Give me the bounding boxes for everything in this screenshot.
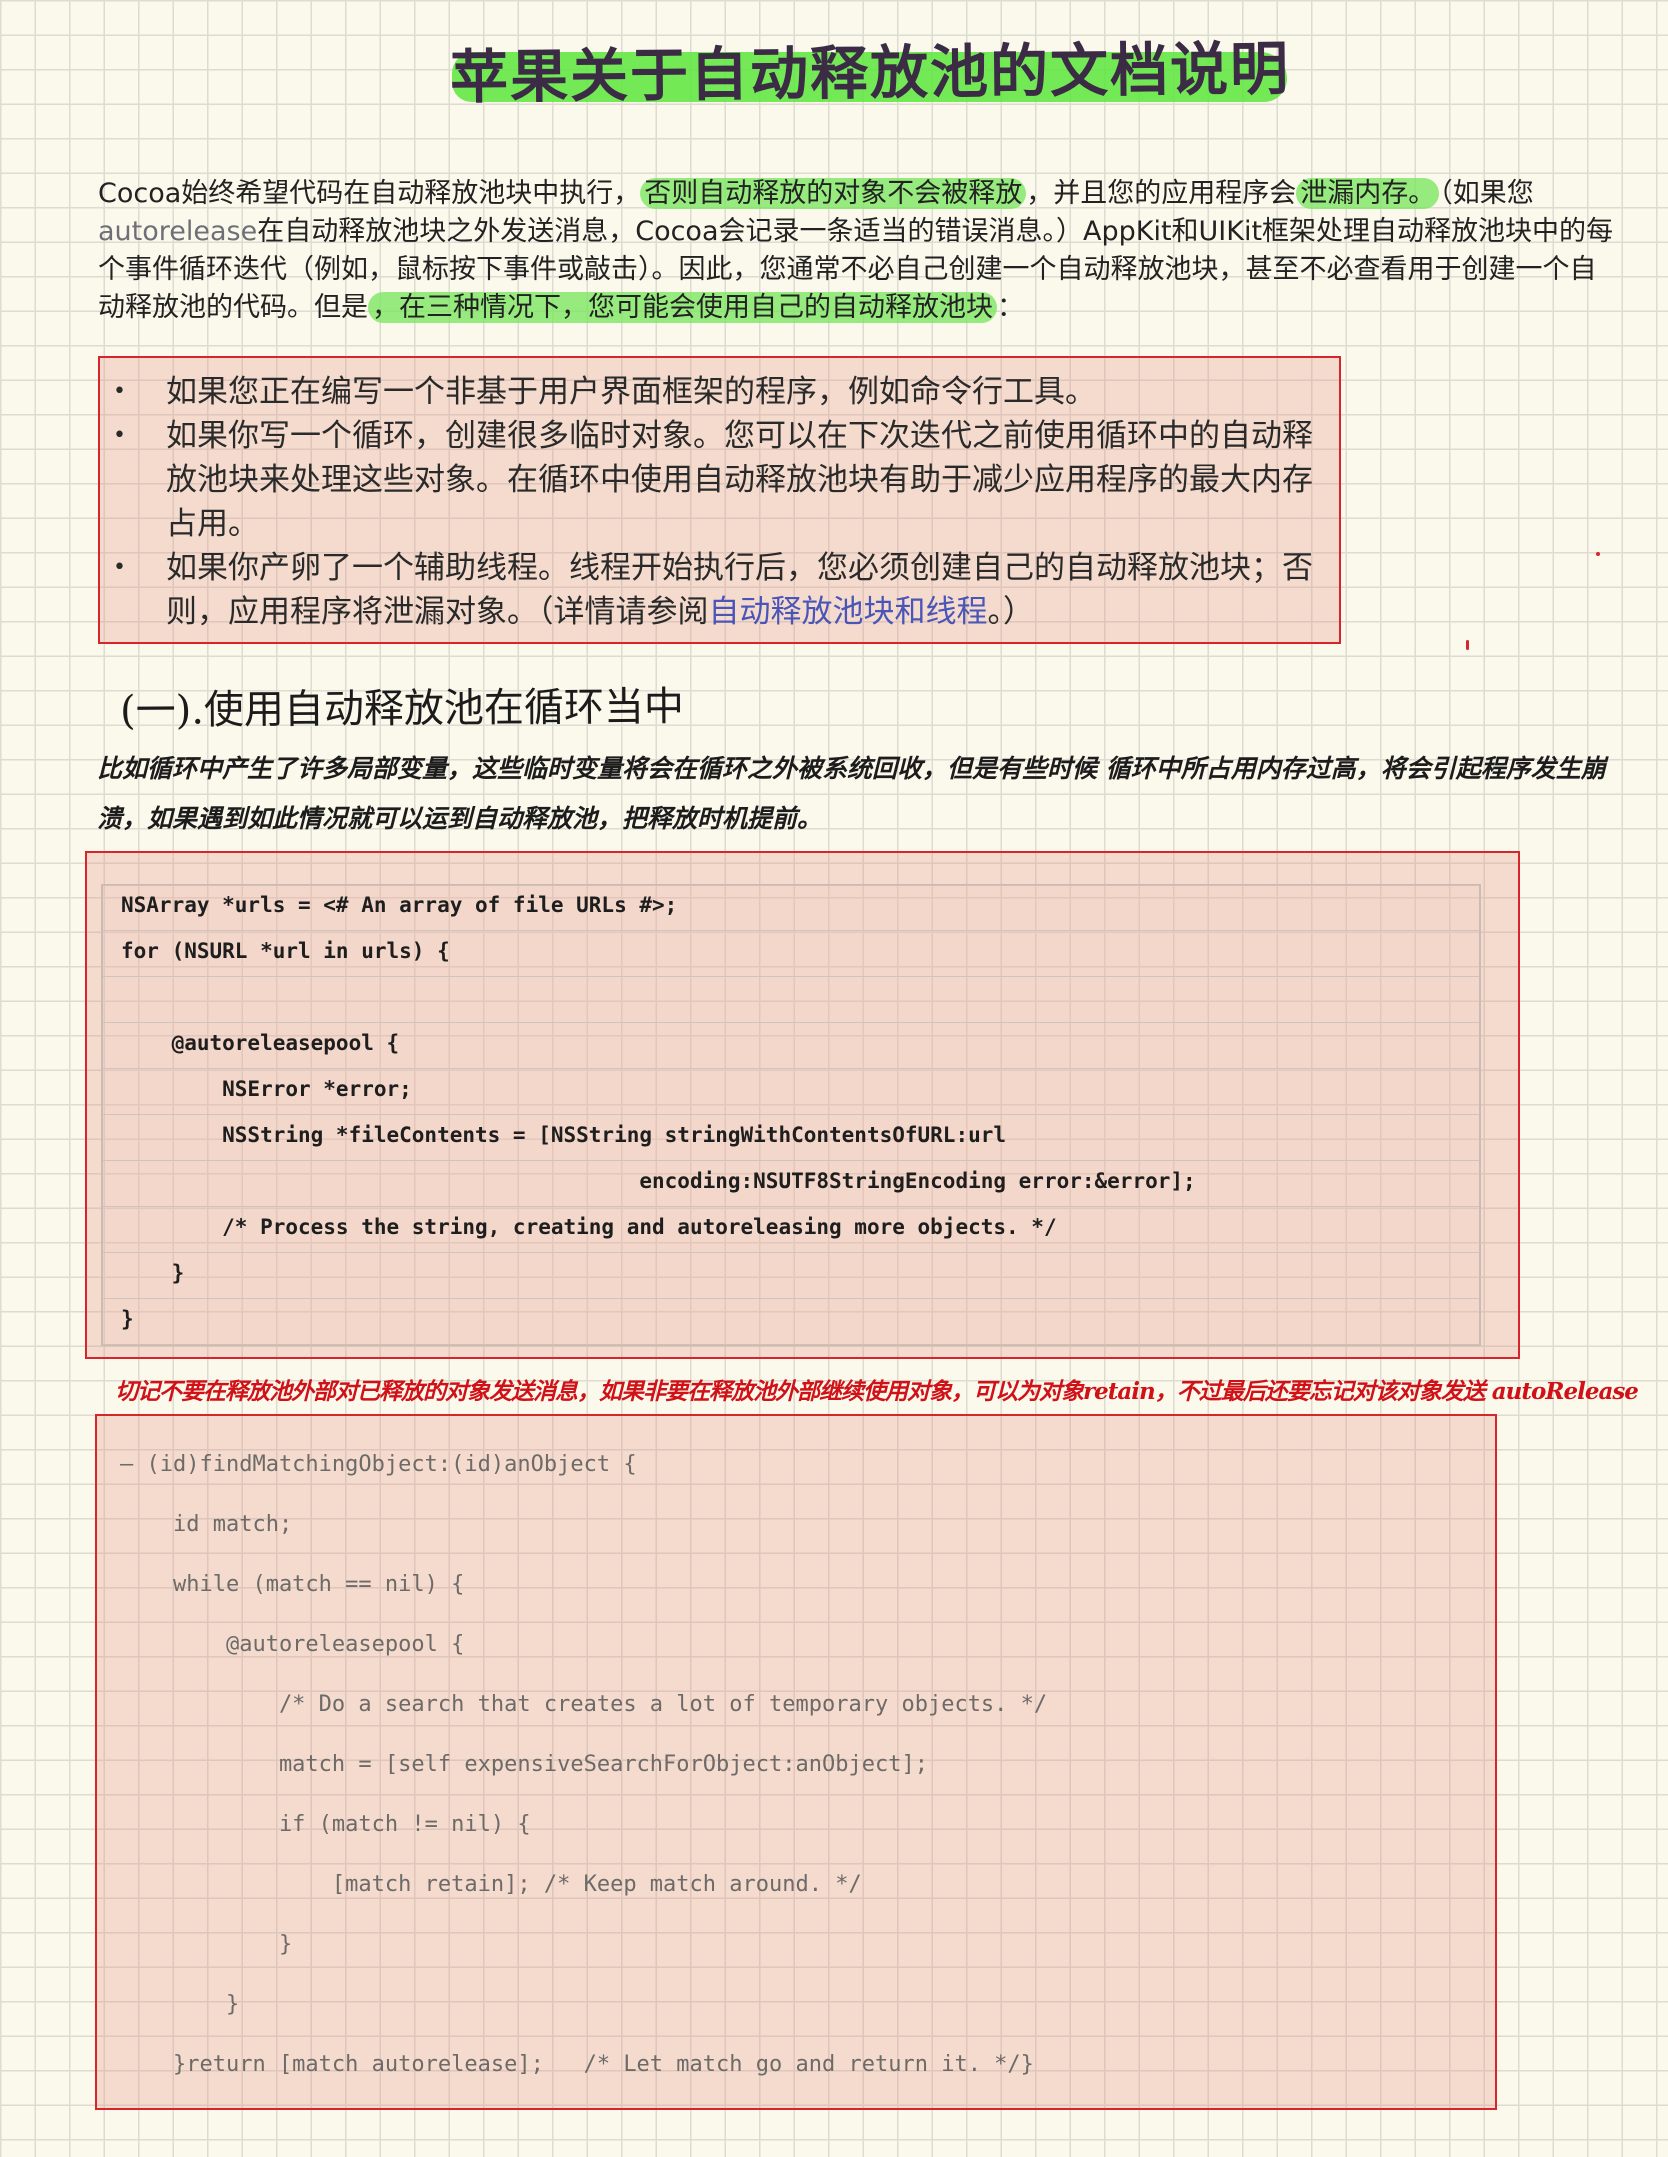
- code-line: }: [120, 1932, 293, 1957]
- handwritten-note: 比如循环中产生了许多局部变量，这些临时变量将会在循环之外被系统回收，但是有些时候…: [97, 754, 1606, 833]
- highlight-three-cases: ，在三种情况下，您可能会使用自己的自动释放池块: [368, 292, 997, 323]
- code-line: [match retain]; /* Keep match around. */: [120, 1872, 862, 1897]
- code-line: @autoreleasepool {: [120, 1632, 465, 1657]
- threads-link[interactable]: 自动释放池块和线程: [709, 594, 988, 630]
- code-line: match = [self expensiveSearchForObject:a…: [120, 1752, 928, 1777]
- code-line: for (NSURL *url in urls) {: [103, 931, 1479, 977]
- warning-note: 切记不要在释放池外部对已释放的对象发送消息，如果非要在释放池外部继续使用对象，可…: [115, 1378, 1639, 1405]
- ink-dot: [1596, 552, 1600, 556]
- list-item-text: 如果您正在编写一个非基于用户界面框架的程序，例如命令行工具。: [166, 374, 1096, 410]
- intro-text: ，并且您的应用程序会: [1026, 178, 1297, 209]
- code-line: — (id)findMatchingObject:(id)anObject {: [120, 1452, 637, 1477]
- autorelease-keyword: autorelease: [98, 216, 258, 247]
- code-line: NSArray *urls = <# An array of file URLs…: [103, 885, 1479, 931]
- list-item-tail: 。）: [987, 594, 1035, 630]
- cases-list: 如果您正在编写一个非基于用户界面框架的程序，例如命令行工具。 如果你写一个循环，…: [108, 370, 1328, 634]
- list-item: 如果您正在编写一个非基于用户界面框架的程序，例如命令行工具。: [108, 370, 1328, 414]
- code-line: NSError *error;: [103, 1069, 1479, 1115]
- code-line: while (match == nil) {: [120, 1572, 465, 1597]
- code-line: id match;: [120, 1512, 293, 1537]
- ink-dot: [1466, 640, 1469, 650]
- code-line: /* Do a search that creates a lot of tem…: [120, 1692, 1048, 1717]
- highlight-memory-leak: 泄漏内存。: [1296, 178, 1440, 209]
- code-line: }: [103, 1299, 1479, 1345]
- code-line: }return [match autorelease]; /* Let matc…: [120, 2052, 1034, 2077]
- code-line: encoding:NSUTF8StringEncoding error:&err…: [103, 1161, 1479, 1207]
- code-line: [103, 977, 1479, 1023]
- code-line: /* Process the string, creating and auto…: [103, 1207, 1479, 1253]
- list-item-text: 如果你写一个循环，创建很多临时对象。您可以在下次迭代之前使用循环中的自动释放池块…: [166, 418, 1313, 542]
- code-line: if (match != nil) {: [120, 1812, 531, 1837]
- code-line: NSString *fileContents = [NSString strin…: [103, 1115, 1479, 1161]
- highlight-no-release: 否则自动释放的对象不会被释放: [640, 178, 1027, 209]
- intro-text: Cocoa始终希望代码在自动释放池块中执行，: [98, 178, 641, 209]
- code-line: }: [120, 1992, 240, 2017]
- list-item: 如果你写一个循环，创建很多临时对象。您可以在下次迭代之前使用循环中的自动释放池块…: [108, 414, 1328, 546]
- intro-text: ：: [997, 292, 1024, 323]
- code-line: @autoreleasepool {: [103, 1023, 1479, 1069]
- page-title: 苹果关于自动释放池的文档说明: [449, 34, 1291, 112]
- intro-text: （如果您: [1439, 178, 1534, 209]
- list-item: 如果你产卵了一个辅助线程。线程开始执行后，您必须创建自己的自动释放池块；否则，应…: [108, 546, 1328, 634]
- intro-paragraph: Cocoa始终希望代码在自动释放池块中执行， 否则自动释放的对象不会被释放 ，并且您…: [98, 175, 1618, 327]
- section-heading: (一).使用自动释放池在循环当中: [119, 684, 685, 734]
- code-line: }: [103, 1253, 1479, 1299]
